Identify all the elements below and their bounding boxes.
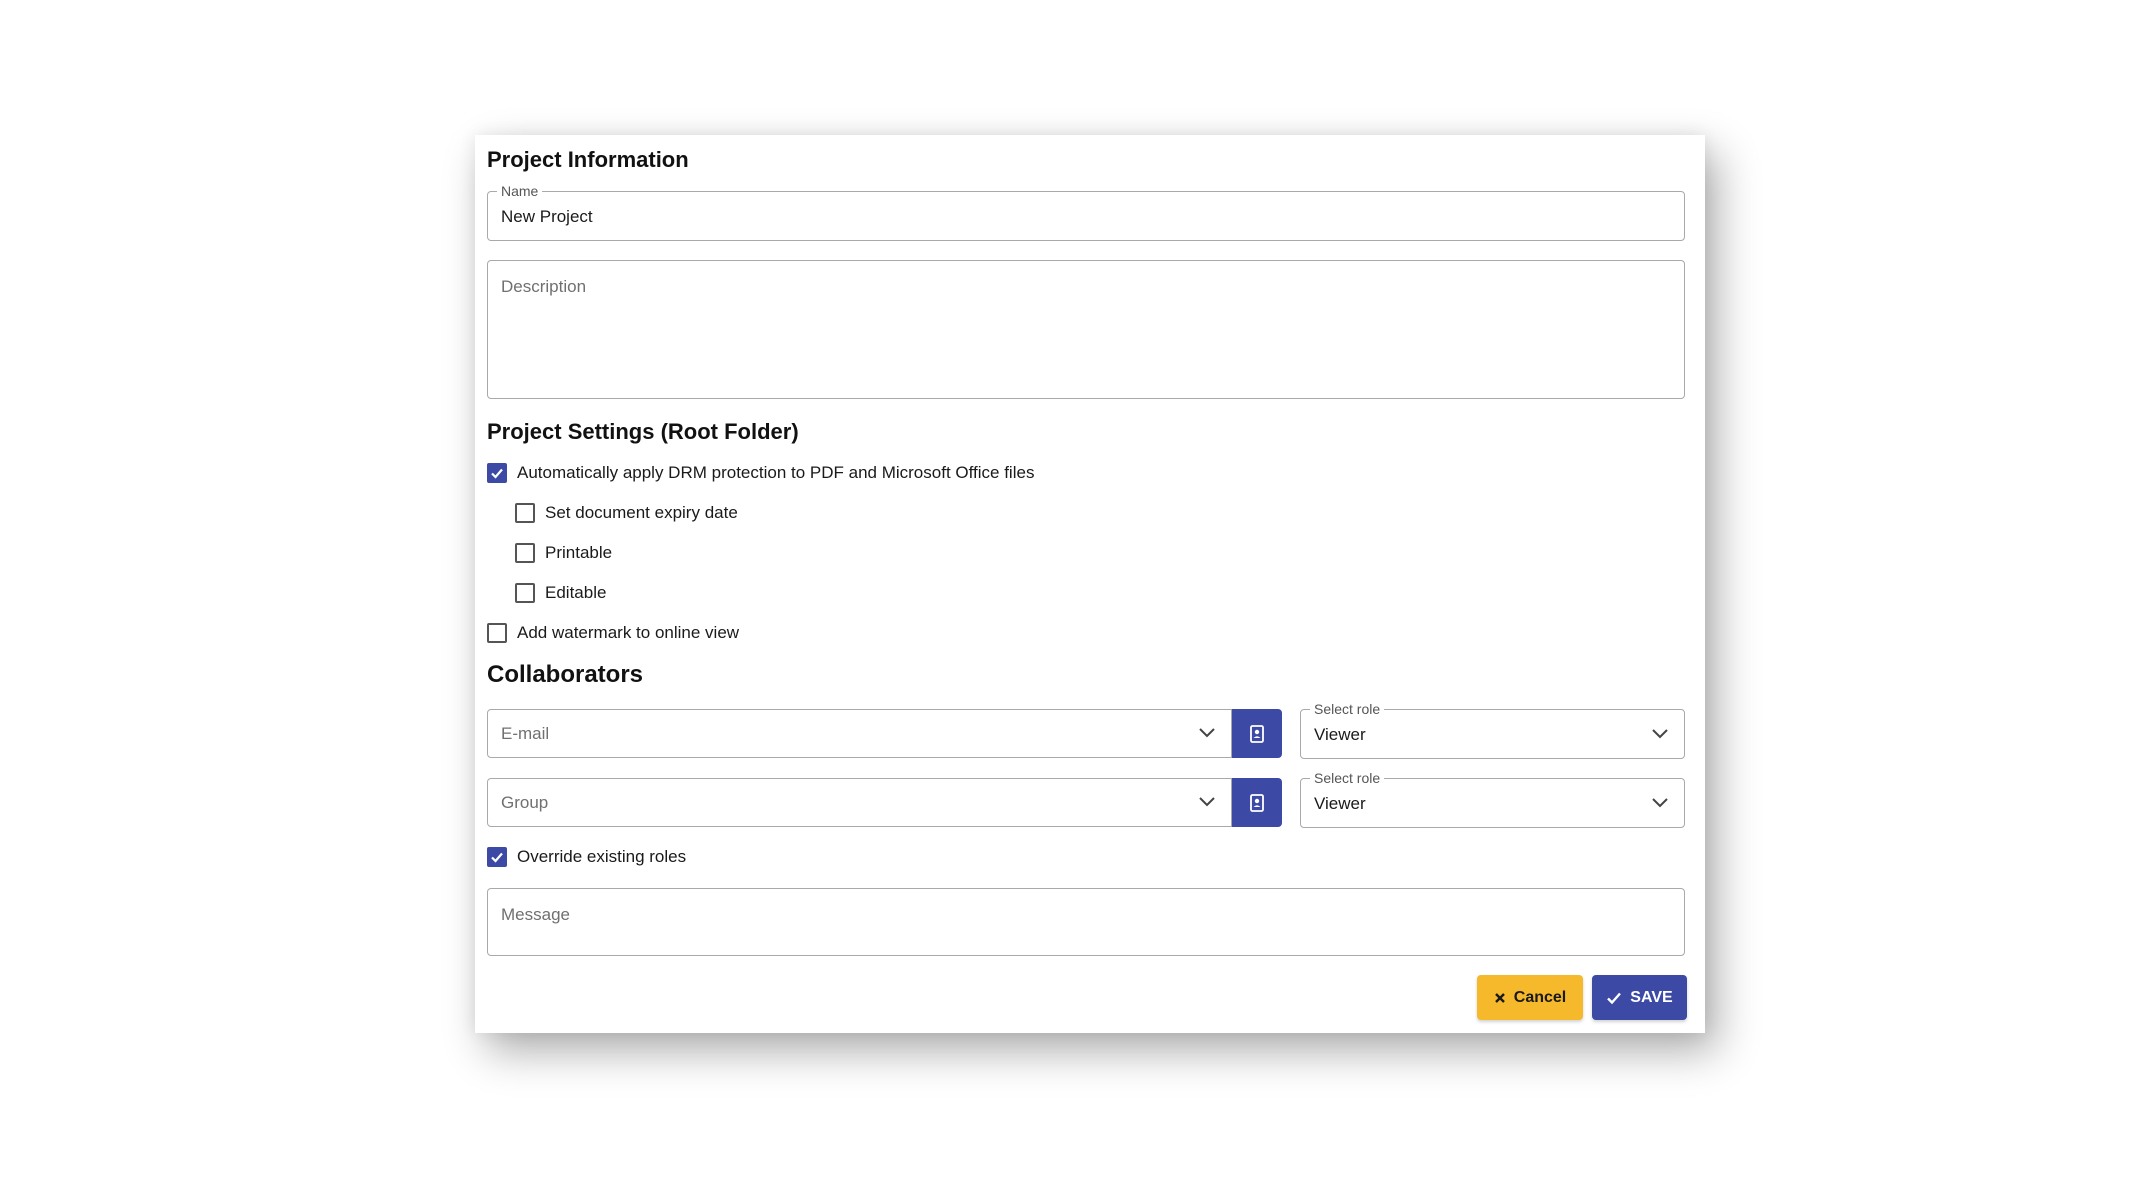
check-icon xyxy=(491,468,503,479)
address-book-icon xyxy=(1250,793,1264,812)
group-role-value: Viewer xyxy=(1314,794,1366,813)
project-settings-heading: Project Settings (Root Folder) xyxy=(487,419,799,444)
drm-checkbox-row[interactable]: Automatically apply DRM protection to PD… xyxy=(487,463,1034,483)
printable-checkbox-label: Printable xyxy=(545,543,613,562)
drm-checkbox-label: Automatically apply DRM protection to PD… xyxy=(517,463,1035,482)
chevron-down-icon[interactable] xyxy=(1650,726,1670,742)
override-roles-checkbox[interactable] xyxy=(487,847,507,867)
expiry-checkbox[interactable] xyxy=(515,503,535,523)
check-icon xyxy=(1607,992,1622,1004)
address-book-icon xyxy=(1250,724,1264,743)
chevron-down-icon[interactable] xyxy=(1650,795,1670,811)
group-address-book-button[interactable] xyxy=(1232,778,1282,827)
group-role-label: Select role xyxy=(1310,769,1385,787)
project-information-heading: Project Information xyxy=(487,147,689,172)
cancel-button-label: Cancel xyxy=(1513,988,1567,1006)
email-role-value: Viewer xyxy=(1314,725,1366,744)
email-role-label: Select role xyxy=(1310,700,1385,718)
save-button-label: SAVE xyxy=(1630,988,1673,1006)
name-field-label: Name xyxy=(497,182,543,200)
editable-checkbox-row[interactable]: Editable xyxy=(515,583,606,603)
chevron-down-icon[interactable] xyxy=(1197,725,1217,741)
expiry-checkbox-label: Set document expiry date xyxy=(545,503,738,522)
printable-checkbox[interactable] xyxy=(515,543,535,563)
editable-checkbox[interactable] xyxy=(515,583,535,603)
check-icon xyxy=(491,852,503,863)
watermark-checkbox-row[interactable]: Add watermark to online view xyxy=(487,623,739,643)
close-icon xyxy=(1494,992,1505,1003)
email-address-book-button[interactable] xyxy=(1232,709,1282,758)
name-field[interactable]: Name New Project xyxy=(487,182,1685,241)
override-roles-checkbox-row[interactable]: Override existing roles xyxy=(487,847,686,867)
cancel-button[interactable]: Cancel xyxy=(1477,975,1583,1020)
group-combobox[interactable]: Group xyxy=(487,778,1232,827)
printable-checkbox-row[interactable]: Printable xyxy=(515,543,612,563)
message-placeholder: Message xyxy=(501,905,570,924)
override-roles-label: Override existing roles xyxy=(517,847,687,866)
message-field[interactable]: Message xyxy=(487,888,1685,956)
chevron-down-icon[interactable] xyxy=(1197,794,1217,810)
email-placeholder: E-mail xyxy=(501,724,550,743)
watermark-checkbox[interactable] xyxy=(487,623,507,643)
email-combobox[interactable]: E-mail xyxy=(487,709,1232,758)
name-value: New Project xyxy=(501,207,593,226)
email-role-select[interactable]: Select role Viewer xyxy=(1300,700,1685,759)
save-button[interactable]: SAVE xyxy=(1592,975,1687,1020)
collaborators-heading: Collaborators xyxy=(487,661,644,688)
description-placeholder: Description xyxy=(501,277,587,296)
drm-checkbox[interactable] xyxy=(487,463,507,483)
watermark-checkbox-label: Add watermark to online view xyxy=(517,623,740,642)
description-field[interactable]: Description xyxy=(487,260,1685,399)
expiry-checkbox-row[interactable]: Set document expiry date xyxy=(515,503,738,523)
project-dialog: Project Information Name New Project Des… xyxy=(475,135,1705,1033)
group-role-select[interactable]: Select role Viewer xyxy=(1300,769,1685,828)
group-placeholder: Group xyxy=(501,793,549,812)
editable-checkbox-label: Editable xyxy=(545,583,607,602)
